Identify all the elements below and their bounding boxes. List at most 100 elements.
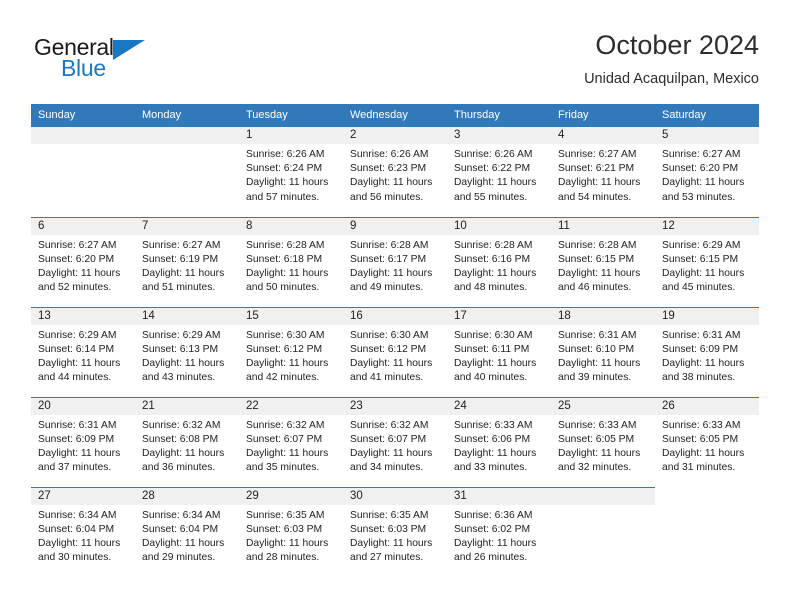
sunset-text: Sunset: 6:18 PM [246, 253, 323, 265]
day-details [31, 144, 135, 148]
sunset-text: Sunset: 6:10 PM [558, 343, 635, 355]
day-number: 4 [551, 127, 655, 144]
day-details: Sunrise: 6:31 AM Sunset: 6:09 PM Dayligh… [31, 415, 135, 476]
calendar-day-cell[interactable]: 16 Sunrise: 6:30 AM Sunset: 6:12 PM Dayl… [343, 306, 447, 397]
weekday-header-saturday: Saturday [655, 104, 759, 127]
calendar-day-cell[interactable]: 28 Sunrise: 6:34 AM Sunset: 6:04 PM Dayl… [135, 486, 239, 577]
calendar-week-row: 1 Sunrise: 6:26 AM Sunset: 6:24 PM Dayli… [31, 127, 759, 217]
daylight-text-line2: and 29 minutes. [142, 552, 216, 564]
sunset-text: Sunset: 6:07 PM [350, 433, 427, 445]
daylight-text-line2: and 55 minutes. [454, 191, 528, 203]
calendar-day-cell[interactable]: 21 Sunrise: 6:32 AM Sunset: 6:08 PM Dayl… [135, 396, 239, 487]
calendar-day-cell[interactable]: 25 Sunrise: 6:33 AM Sunset: 6:05 PM Dayl… [551, 396, 655, 487]
sunset-text: Sunset: 6:21 PM [558, 163, 635, 175]
calendar-day-cell[interactable]: 19 Sunrise: 6:31 AM Sunset: 6:09 PM Dayl… [655, 306, 759, 397]
calendar-day-cell[interactable] [31, 127, 135, 217]
day-number: 12 [655, 217, 759, 235]
daylight-text-line2: and 45 minutes. [662, 282, 736, 294]
calendar-day-cell[interactable]: 14 Sunrise: 6:29 AM Sunset: 6:13 PM Dayl… [135, 306, 239, 397]
sunrise-text: Sunrise: 6:32 AM [142, 419, 221, 431]
daylight-text-line2: and 44 minutes. [38, 372, 112, 384]
sunrise-text: Sunrise: 6:26 AM [246, 149, 325, 160]
calendar-day-cell[interactable]: 4 Sunrise: 6:27 AM Sunset: 6:21 PM Dayli… [551, 127, 655, 217]
day-details: Sunrise: 6:30 AM Sunset: 6:11 PM Dayligh… [447, 325, 551, 386]
calendar-day-cell[interactable]: 8 Sunrise: 6:28 AM Sunset: 6:18 PM Dayli… [239, 216, 343, 307]
day-details: Sunrise: 6:28 AM Sunset: 6:18 PM Dayligh… [239, 235, 343, 296]
calendar-day-cell[interactable]: 22 Sunrise: 6:32 AM Sunset: 6:07 PM Dayl… [239, 396, 343, 487]
day-number: 22 [239, 397, 343, 415]
day-number: 18 [551, 307, 655, 325]
sunrise-text: Sunrise: 6:33 AM [662, 419, 741, 431]
daylight-text-line1: Daylight: 11 hours [662, 177, 745, 189]
sunset-text: Sunset: 6:19 PM [142, 253, 219, 265]
day-details: Sunrise: 6:31 AM Sunset: 6:09 PM Dayligh… [655, 325, 759, 386]
day-details: Sunrise: 6:32 AM Sunset: 6:07 PM Dayligh… [343, 415, 447, 476]
day-details: Sunrise: 6:28 AM Sunset: 6:17 PM Dayligh… [343, 235, 447, 296]
calendar-day-cell[interactable]: 18 Sunrise: 6:31 AM Sunset: 6:10 PM Dayl… [551, 306, 655, 397]
calendar-day-cell[interactable]: 13 Sunrise: 6:29 AM Sunset: 6:14 PM Dayl… [31, 306, 135, 397]
calendar-day-cell[interactable]: 7 Sunrise: 6:27 AM Sunset: 6:19 PM Dayli… [135, 216, 239, 307]
daylight-text-line1: Daylight: 11 hours [558, 357, 641, 369]
sunrise-text: Sunrise: 6:27 AM [558, 149, 637, 160]
day-details: Sunrise: 6:33 AM Sunset: 6:05 PM Dayligh… [655, 415, 759, 476]
day-details [655, 504, 759, 508]
calendar-day-cell[interactable]: 11 Sunrise: 6:28 AM Sunset: 6:15 PM Dayl… [551, 216, 655, 307]
calendar-day-cell[interactable]: 20 Sunrise: 6:31 AM Sunset: 6:09 PM Dayl… [31, 396, 135, 487]
logo-text-blue: Blue [61, 55, 106, 81]
calendar-day-cell[interactable]: 3 Sunrise: 6:26 AM Sunset: 6:22 PM Dayli… [447, 127, 551, 217]
sunset-text: Sunset: 6:15 PM [662, 253, 739, 265]
daylight-text-line1: Daylight: 11 hours [246, 447, 329, 459]
sunrise-text: Sunrise: 6:33 AM [558, 419, 637, 431]
weekday-header-monday: Monday [135, 104, 239, 127]
sunset-text: Sunset: 6:08 PM [142, 433, 219, 445]
daylight-text-line2: and 37 minutes. [38, 462, 112, 474]
calendar-week-row: 27 Sunrise: 6:34 AM Sunset: 6:04 PM Dayl… [31, 486, 759, 577]
daylight-text-line2: and 33 minutes. [454, 462, 528, 474]
calendar-day-cell[interactable]: 6 Sunrise: 6:27 AM Sunset: 6:20 PM Dayli… [31, 216, 135, 307]
day-number: 25 [551, 397, 655, 415]
calendar-day-cell[interactable]: 9 Sunrise: 6:28 AM Sunset: 6:17 PM Dayli… [343, 216, 447, 307]
daylight-text-line2: and 57 minutes. [246, 191, 320, 203]
daylight-text-line2: and 51 minutes. [142, 282, 216, 294]
calendar-day-cell[interactable]: 15 Sunrise: 6:30 AM Sunset: 6:12 PM Dayl… [239, 306, 343, 397]
daylight-text-line1: Daylight: 11 hours [662, 447, 745, 459]
calendar-day-cell[interactable]: 24 Sunrise: 6:33 AM Sunset: 6:06 PM Dayl… [447, 396, 551, 487]
weekday-header-wednesday: Wednesday [343, 104, 447, 127]
day-number: 30 [343, 487, 447, 505]
day-details: Sunrise: 6:35 AM Sunset: 6:03 PM Dayligh… [239, 505, 343, 566]
calendar-day-cell[interactable]: 30 Sunrise: 6:35 AM Sunset: 6:03 PM Dayl… [343, 486, 447, 577]
daylight-text-line2: and 30 minutes. [38, 552, 112, 564]
day-number: 6 [31, 217, 135, 235]
calendar-day-cell[interactable]: 26 Sunrise: 6:33 AM Sunset: 6:05 PM Dayl… [655, 396, 759, 487]
calendar-day-cell[interactable]: 1 Sunrise: 6:26 AM Sunset: 6:24 PM Dayli… [239, 127, 343, 217]
calendar-day-cell[interactable]: 17 Sunrise: 6:30 AM Sunset: 6:11 PM Dayl… [447, 306, 551, 397]
calendar-day-cell[interactable] [135, 127, 239, 217]
calendar-day-cell[interactable]: 29 Sunrise: 6:35 AM Sunset: 6:03 PM Dayl… [239, 486, 343, 577]
calendar-day-cell[interactable]: 5 Sunrise: 6:27 AM Sunset: 6:20 PM Dayli… [655, 127, 759, 217]
weekday-header-friday: Friday [551, 104, 655, 127]
day-details: Sunrise: 6:33 AM Sunset: 6:05 PM Dayligh… [551, 415, 655, 476]
sunset-text: Sunset: 6:09 PM [662, 343, 739, 355]
sunrise-text: Sunrise: 6:31 AM [38, 419, 117, 431]
sunrise-text: Sunrise: 6:35 AM [246, 509, 325, 521]
daylight-text-line2: and 49 minutes. [350, 282, 424, 294]
calendar-day-cell[interactable] [551, 486, 655, 577]
calendar-day-cell[interactable]: 27 Sunrise: 6:34 AM Sunset: 6:04 PM Dayl… [31, 486, 135, 577]
calendar-day-cell[interactable]: 10 Sunrise: 6:28 AM Sunset: 6:16 PM Dayl… [447, 216, 551, 307]
calendar-day-cell[interactable] [655, 487, 759, 577]
calendar-day-cell[interactable]: 31 Sunrise: 6:36 AM Sunset: 6:02 PM Dayl… [447, 486, 551, 577]
calendar-week-row: 6 Sunrise: 6:27 AM Sunset: 6:20 PM Dayli… [31, 216, 759, 307]
daylight-text-line1: Daylight: 11 hours [350, 447, 433, 459]
calendar-day-cell[interactable]: 12 Sunrise: 6:29 AM Sunset: 6:15 PM Dayl… [655, 216, 759, 307]
page-subtitle: Unidad Acaquilpan, Mexico [584, 71, 759, 87]
day-details: Sunrise: 6:35 AM Sunset: 6:03 PM Dayligh… [343, 505, 447, 566]
daylight-text-line1: Daylight: 11 hours [350, 177, 433, 189]
sunset-text: Sunset: 6:02 PM [454, 523, 531, 535]
page-header: General Blue October 2024 Unidad Acaquil… [31, 28, 759, 98]
sunrise-text: Sunrise: 6:35 AM [350, 509, 429, 521]
calendar-day-cell[interactable]: 2 Sunrise: 6:26 AM Sunset: 6:23 PM Dayli… [343, 127, 447, 217]
daylight-text-line1: Daylight: 11 hours [38, 357, 121, 369]
weekday-header-thursday: Thursday [447, 104, 551, 127]
sunrise-text: Sunrise: 6:33 AM [454, 419, 533, 431]
calendar-day-cell[interactable]: 23 Sunrise: 6:32 AM Sunset: 6:07 PM Dayl… [343, 396, 447, 487]
